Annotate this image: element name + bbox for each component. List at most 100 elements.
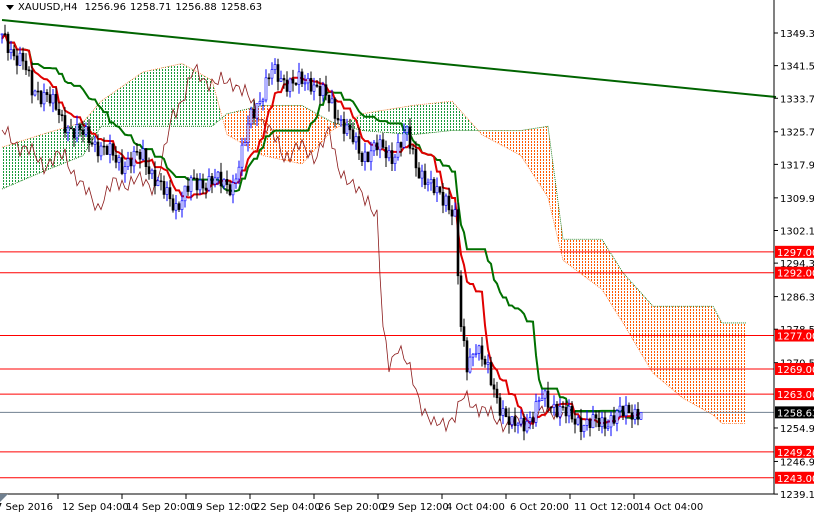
cloud-segment <box>158 68 161 127</box>
candle-body <box>453 209 457 217</box>
cloud-segment <box>458 107 461 131</box>
cloud-segment <box>509 130 512 151</box>
cloud-segment <box>14 142 17 184</box>
candle-body <box>411 148 415 150</box>
cloud-segment <box>317 113 320 148</box>
cloud-segment <box>374 111 377 132</box>
candle-body <box>504 408 508 417</box>
cloud-segment <box>596 239 599 288</box>
candle-body <box>381 139 385 148</box>
candle-body <box>123 166 127 174</box>
candle-body <box>360 152 364 162</box>
cloud-segment <box>137 74 140 127</box>
cloud-segment <box>632 282 635 344</box>
cloud-segment <box>233 111 236 140</box>
cloud-segment <box>590 239 593 283</box>
price-chart[interactable]: 1349.30 1341.50 1333.70 1325.70 1317.90 1309.… <box>0 0 814 514</box>
price-tick-label: 1246.90 <box>780 457 814 468</box>
candle-body <box>639 412 643 420</box>
candle-body <box>522 417 526 432</box>
candle-body <box>249 108 253 125</box>
cloud-segment <box>545 126 548 198</box>
candle-body <box>0 33 4 36</box>
cloud-segment <box>506 130 509 150</box>
cloud-segment <box>683 306 686 400</box>
candle-body <box>516 423 520 426</box>
cloud-segment <box>8 144 11 187</box>
candle-body <box>633 408 637 420</box>
candle-body <box>318 86 322 97</box>
cloud-segment <box>533 128 536 179</box>
cloud-segment <box>155 68 158 127</box>
candle-body <box>294 82 298 85</box>
candle-body <box>252 108 256 119</box>
candle-body <box>18 52 22 66</box>
candle-body <box>414 148 418 169</box>
cloud-segment <box>152 69 155 127</box>
cloud-segment <box>161 67 164 127</box>
candle-body <box>354 136 358 143</box>
candle-body <box>78 124 82 131</box>
cloud-segment <box>662 306 665 384</box>
candle-body <box>540 397 544 401</box>
candle-body <box>15 55 19 66</box>
cloud-segment <box>569 239 572 267</box>
candle-body <box>378 139 382 151</box>
candle-body <box>165 187 169 195</box>
candle-body <box>144 148 148 167</box>
cloud-segment <box>428 103 431 134</box>
price-axis: 1349.30 1341.50 1333.70 1325.70 1317.90 1309.… <box>774 29 814 501</box>
candle-body <box>615 410 619 424</box>
candle-body <box>372 142 376 152</box>
cloud-segment <box>617 263 620 319</box>
candle-body <box>567 405 571 417</box>
candle-body <box>525 421 529 432</box>
candle-body <box>159 180 163 183</box>
time-axis: 7 Sep 2016 12 Sep 04:0014 Sep 20:0019 Sep… <box>0 494 703 513</box>
cloud-segment <box>128 80 131 127</box>
candle-body <box>87 126 91 144</box>
candle-body <box>189 177 193 192</box>
cloud-segment <box>743 322 746 424</box>
time-tick-label: 12 Sep 04:00 <box>62 502 129 513</box>
trendline <box>1 19 777 99</box>
candle-body <box>606 426 610 429</box>
cloud-segment <box>44 132 47 172</box>
time-tick-label: 14 Oct 04:00 <box>638 502 703 513</box>
candle-body <box>54 94 58 110</box>
candle-body <box>438 186 442 193</box>
candle-body <box>390 150 394 164</box>
candle-body <box>465 340 469 373</box>
cloud-segment <box>500 130 503 146</box>
level-label: 1243.00 <box>777 474 814 485</box>
chart-shift-marker[interactable] <box>0 494 8 502</box>
price-tick-label: 1302.10 <box>780 226 814 237</box>
candle-body <box>255 103 259 119</box>
candle-body <box>210 176 214 185</box>
candle-body <box>198 179 202 191</box>
cloud-segment <box>29 137 32 178</box>
cloud-segment <box>437 102 440 133</box>
candle-body <box>273 64 277 70</box>
cloud-segment <box>635 286 638 349</box>
candle-body <box>621 405 625 416</box>
candle-body <box>24 60 28 71</box>
cloud-segment <box>227 113 230 137</box>
price-tick-label: 1239.10 <box>780 490 814 501</box>
candle-body <box>471 353 475 358</box>
candle-body <box>60 114 64 117</box>
candle-body <box>99 145 103 157</box>
cloud-segment <box>122 84 125 127</box>
cloud-segment <box>581 239 584 276</box>
candle-body <box>528 417 532 422</box>
level-label: 1297.00 <box>777 248 814 259</box>
cloud-segment <box>431 103 434 133</box>
cloud-segment <box>308 108 311 158</box>
cloud-segment <box>389 108 392 133</box>
candle-body <box>333 98 337 119</box>
cloud-segment <box>707 306 710 414</box>
candle-body <box>216 171 220 179</box>
candle-body <box>555 403 559 418</box>
cloud-segment <box>695 306 698 407</box>
candle-body <box>84 126 88 135</box>
